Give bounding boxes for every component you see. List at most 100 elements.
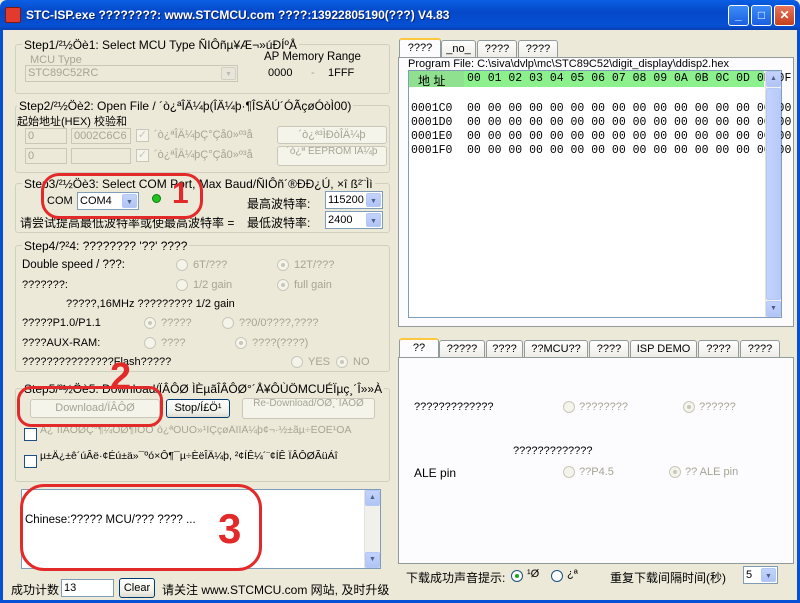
radio-full-gain[interactable] (277, 279, 289, 291)
minimize-button[interactable]: _ (728, 5, 749, 26)
tab-bottom-3[interactable]: ???? (486, 340, 523, 358)
radio-aux-opt1-label: ???? (161, 337, 186, 349)
success-count-input[interactable]: 13 (61, 579, 114, 597)
reload-before-download-checkbox[interactable] (24, 428, 37, 441)
hex-row-addr: 0001E0 (411, 130, 453, 143)
radio-p1-opt2[interactable] (222, 317, 234, 329)
ap-end: 1FFF (328, 67, 355, 79)
radio-aux-opt2-label: ????(????) (252, 337, 309, 349)
ap-dash: - (311, 67, 315, 79)
hex-scroll-down-icon[interactable]: ▼ (766, 301, 781, 317)
redownload-button[interactable]: Re-Download/ÖØ¸´ÏÂÔØ (242, 398, 375, 419)
reload-before-download-label: Ã¿´ÎÏÂÔØÇ°¶¼ÖØ¶ÍÕÒ´ò¿ªÔÙÒ»¹ÎÇçøÄÎÌÄ¼þ¢¬·… (40, 425, 352, 436)
auto-download-checkbox[interactable] (24, 455, 37, 468)
radio-half-gain[interactable] (176, 279, 188, 291)
tab-top-2[interactable]: _no_ (441, 40, 476, 58)
tab-bottom-7[interactable]: ???? (698, 340, 739, 358)
hex-scroll-up-icon[interactable]: ▲ (766, 71, 781, 87)
hex-row-addr: 0001F0 (411, 144, 453, 157)
max-baud-label: 最高波特率: (247, 197, 311, 211)
min-baud-dropdown-icon: ▼ (366, 213, 381, 227)
max-baud-dropdown-icon: ▼ (366, 193, 381, 207)
start-address-input-1[interactable]: 0 (25, 128, 67, 144)
flash-label: ???????????????Flash????? (22, 356, 172, 368)
maximize-button[interactable]: □ (751, 5, 772, 26)
radio-sound-off[interactable] (511, 570, 523, 582)
radio-sound-on[interactable] (551, 570, 563, 582)
radio-row1-opt2[interactable] (683, 401, 695, 413)
hex-row-addr: 0001C0 (411, 102, 453, 115)
tab-top-1[interactable]: ???? (399, 38, 441, 58)
auto-download-label: µ±Ä¿±ê´úÂë·¢Éú±ä»¯ºó×Ô¶¯µ÷ÈëÎÄ¼þ, ²¢ÍÊ¼´… (40, 450, 338, 462)
step2-title: Step2/²½Öè2: Open File / ´ò¿ªÎÄ¼þ(ÎÄ¼þ·¶… (17, 99, 354, 113)
ap-start: 0000 (268, 67, 293, 79)
annotation-ellipse-2 (17, 386, 163, 427)
hex-row-bytes: 00 00 00 00 00 00 00 00 00 00 00 00 00 0… (467, 116, 792, 129)
options-row1-label: ????????????? (414, 401, 494, 413)
tab-bottom-2[interactable]: ????? (439, 340, 485, 358)
radio-sound-off-label: ¹Ø (527, 568, 540, 580)
radio-aux-opt1[interactable] (144, 337, 156, 349)
checksum-input-1[interactable]: 0002C6C6 (71, 128, 131, 144)
tab-bottom-4[interactable]: ??MCU?? (524, 340, 588, 358)
repeat-interval-label: 重复下载间隔时间(秒) (610, 571, 726, 585)
annotation-number-2: 2 (110, 356, 132, 398)
hex-row-bytes: 00 00 00 00 00 00 00 00 00 00 00 00 00 0… (467, 144, 792, 157)
radio-ale-pin[interactable] (669, 466, 681, 478)
radio-ale-pin-label: ?? ALE pin (685, 466, 739, 478)
max-baud-select[interactable]: 115200 ▼ (325, 191, 383, 209)
stop-button[interactable]: Stop/Í£Ö¹ (166, 399, 230, 418)
tab-bottom-1[interactable]: ?? (399, 338, 439, 358)
radio-ale-p45[interactable] (563, 466, 575, 478)
radio-flash-yes[interactable] (291, 356, 303, 368)
radio-ale-p45-label: ??P4.5 (579, 466, 614, 478)
tab-bottom-5[interactable]: ???? (589, 340, 629, 358)
aux-ram-label: ????AUX-RAM: (22, 337, 101, 349)
log-scroll-down-icon[interactable]: ▼ (365, 552, 380, 568)
start-address-input-2[interactable]: 0 (25, 148, 67, 164)
tab-top-3[interactable]: ???? (477, 40, 517, 58)
radio-flash-no-label: NO (353, 356, 370, 368)
options-row2-title: ????????????? (513, 445, 593, 457)
ale-pin-label: ALE pin (414, 466, 457, 480)
repeat-interval-select[interactable]: 5 ▼ (743, 566, 778, 584)
radio-12t[interactable] (277, 259, 289, 271)
clear-buffer-checkbox-1[interactable]: ✓ (136, 129, 149, 142)
radio-p1-opt1[interactable] (144, 317, 156, 329)
open-eeprom-file-button[interactable]: ´ò¿ª EEPROM ÎÄ¼þ (277, 146, 387, 166)
double-speed-label: Double speed / ???: (22, 259, 125, 271)
clear-buffer-checkbox-2[interactable]: ✓ (136, 149, 149, 162)
radio-flash-no[interactable] (336, 356, 348, 368)
max-baud-value: 115200 (328, 194, 364, 206)
radio-full-gain-label: full gain (294, 279, 332, 291)
min-baud-select[interactable]: 2400 ▼ (325, 211, 383, 229)
radio-row1-opt1[interactable] (563, 401, 575, 413)
radio-6t[interactable] (176, 259, 188, 271)
hex-scroll-thumb[interactable] (766, 88, 781, 300)
radio-row1-opt1-label: ???????? (579, 401, 628, 413)
close-button[interactable]: ✕ (774, 5, 795, 26)
log-scrollbar[interactable]: ▲ ▼ (364, 490, 380, 568)
annotation-number-3: 3 (218, 505, 242, 552)
annotation-number-1: 1 (172, 177, 189, 210)
radio-sound-on-label: ¿ª (567, 568, 578, 580)
mcu-type-select[interactable]: STC89C52RC ▼ (25, 65, 238, 82)
hex-row-bytes: 00 00 00 00 00 00 00 00 00 00 00 00 00 0… (467, 102, 792, 115)
options-tab-panel (398, 357, 794, 564)
window-title: STC-ISP.exe ????????: www.STCMCU.com ???… (26, 8, 450, 22)
checksum-input-2[interactable] (71, 148, 131, 164)
min-baud-label: 最低波特率: (247, 216, 311, 230)
tab-bottom-8[interactable]: ???? (740, 340, 780, 358)
hex-scrollbar[interactable]: ▲ ▼ (765, 71, 781, 317)
radio-aux-opt2[interactable] (235, 337, 247, 349)
tab-bottom-6[interactable]: ISP DEMO (630, 340, 697, 358)
clear-button[interactable]: Clear (119, 578, 155, 598)
radio-6t-label: 6T/??? (193, 259, 228, 271)
radio-half-gain-label: 1/2 gain (193, 279, 233, 291)
log-scroll-up-icon[interactable]: ▲ (365, 490, 380, 506)
footer-notice: 请关注 www.STCMCU.com 网站, 及时升级 (162, 583, 390, 597)
tab-top-4[interactable]: ???? (518, 40, 558, 58)
radio-p1-opt2-label: ??0/0????,???? (239, 317, 319, 329)
gain-note: ?????,16MHz ????????? 1/2 gain (66, 298, 235, 310)
open-program-file-button[interactable]: ´ò¿ª³ÌÐòÎÄ¼þ (277, 126, 387, 144)
